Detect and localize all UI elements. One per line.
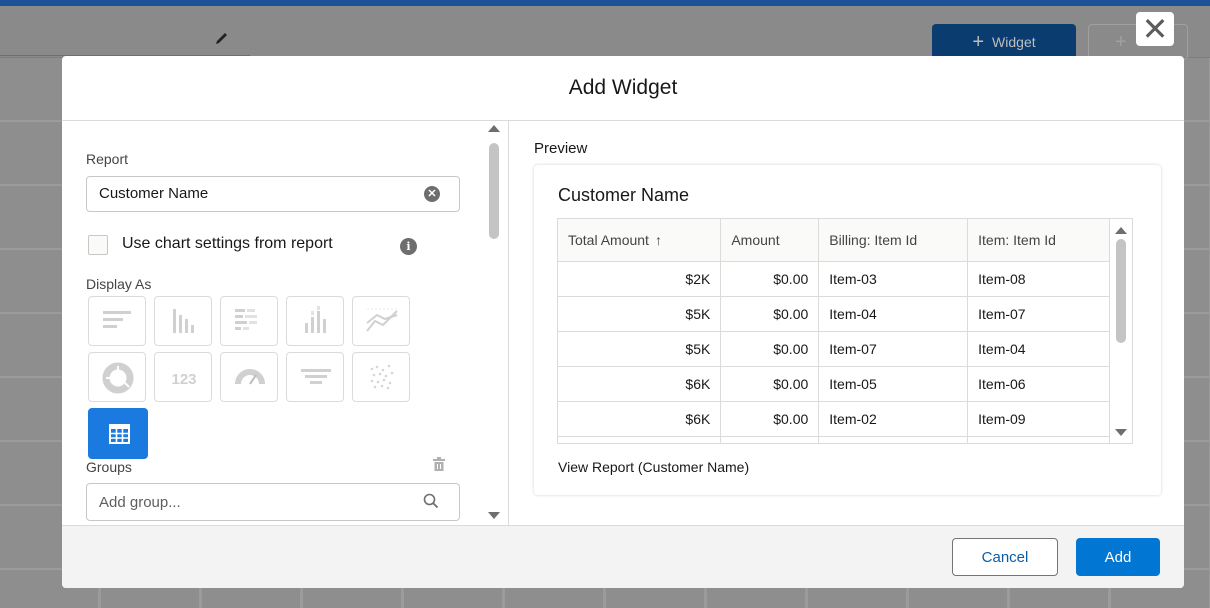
groups-label: Groups xyxy=(86,459,132,475)
modal-body: Report Customer Name ✕ Use chart setting… xyxy=(62,121,1184,525)
table-cell: Item-08 xyxy=(967,261,1110,297)
table-row xyxy=(558,436,1110,443)
chart-type-funnel[interactable] xyxy=(286,352,344,402)
group-search-field[interactable] xyxy=(86,483,460,521)
table-cell: Item-06 xyxy=(967,366,1110,402)
scatter-chart-icon xyxy=(370,364,394,390)
table-header-row: Total Amount ↑ Amount Billing: Item Id It… xyxy=(558,219,1110,262)
column-header-total-amount[interactable]: Total Amount ↑ xyxy=(558,219,722,262)
chart-type-horizontal-bar[interactable] xyxy=(88,296,146,346)
chart-type-scatter[interactable] xyxy=(352,352,410,402)
close-icon[interactable]: ✕ xyxy=(1136,12,1174,46)
modal-header: Add Widget xyxy=(62,56,1184,121)
table-cell: $5K xyxy=(558,331,722,367)
line-chart-icon xyxy=(366,308,398,332)
settings-scrollbar-thumb[interactable] xyxy=(489,143,499,239)
modal-footer: Cancel Add xyxy=(62,525,1184,588)
table-cell: $6K xyxy=(558,401,722,437)
cancel-button[interactable]: Cancel xyxy=(952,538,1058,576)
table-row: $6K $0.00 Item-05 Item-06 xyxy=(558,366,1110,402)
edit-pencil-icon[interactable] xyxy=(214,30,230,51)
use-chart-settings-label: Use chart settings from report xyxy=(122,235,333,252)
table-cell: Item-07 xyxy=(967,296,1110,332)
table-cell: Item-04 xyxy=(818,296,969,332)
use-chart-settings-checkbox[interactable] xyxy=(88,235,108,255)
add-widget-label: Widget xyxy=(992,34,1036,50)
search-icon xyxy=(423,493,439,514)
table-row: $2K $0.00 Item-03 Item-08 xyxy=(558,261,1110,297)
table-cell: $0.00 xyxy=(720,401,820,437)
trash-icon[interactable] xyxy=(432,456,446,477)
gauge-icon xyxy=(235,369,265,385)
table-cell: Item-09 xyxy=(967,401,1110,437)
chart-type-donut[interactable] xyxy=(88,352,146,402)
view-report-link[interactable]: View Report (Customer Name) xyxy=(558,459,749,475)
add-button[interactable]: Add xyxy=(1076,538,1160,576)
table-cell: $0.00 xyxy=(720,331,820,367)
preview-title: Customer Name xyxy=(558,185,690,205)
table-cell: Item-04 xyxy=(967,331,1110,367)
table-cell: $0.00 xyxy=(720,366,820,402)
metric-icon-label: 123 xyxy=(171,371,196,388)
funnel-icon xyxy=(301,369,331,384)
report-label: Report xyxy=(86,151,129,167)
vertical-bar-chart-icon xyxy=(173,309,194,333)
column-header-billing-item-id[interactable]: Billing: Item Id xyxy=(818,219,969,262)
table-cell: Item-07 xyxy=(818,331,969,367)
metric-icon: 123 xyxy=(171,371,196,388)
table-row: $6K $0.00 Item-02 Item-09 xyxy=(558,401,1110,437)
table-row: $5K $0.00 Item-07 Item-04 xyxy=(558,331,1110,367)
preview-card: Customer Name Total Amount ↑ Amount Billi… xyxy=(534,165,1161,495)
modal-title: Add Widget xyxy=(568,76,678,99)
settings-scroll-up-arrow[interactable] xyxy=(488,125,500,132)
table-cell: $6K xyxy=(558,366,722,402)
stacked-horizontal-bar-chart-icon xyxy=(235,309,257,330)
table-cell: Item-02 xyxy=(818,401,969,437)
preview-table: Total Amount ↑ Amount Billing: Item Id It… xyxy=(558,219,1110,443)
table-cell: $0.00 xyxy=(720,296,820,332)
stacked-vertical-bar-chart-icon xyxy=(305,306,326,333)
donut-chart-icon xyxy=(102,362,134,394)
table-cell: $5K xyxy=(558,296,722,332)
plus-icon: + xyxy=(972,30,985,53)
table-cell: $2K xyxy=(558,261,722,297)
table-cell: Item-05 xyxy=(818,366,969,402)
display-as-label: Display As xyxy=(86,276,152,292)
preview-table-container: Total Amount ↑ Amount Billing: Item Id It… xyxy=(557,218,1133,444)
add-widget-button[interactable]: + Widget xyxy=(932,24,1076,60)
preview-label: Preview xyxy=(534,140,588,157)
table-cell: Item-03 xyxy=(818,261,969,297)
chart-type-stacked-vertical-bar[interactable] xyxy=(286,296,344,346)
chart-type-metric[interactable]: 123 xyxy=(154,352,212,402)
horizontal-bar-chart-icon xyxy=(103,311,131,328)
chart-type-stacked-horizontal-bar[interactable] xyxy=(220,296,278,346)
chart-type-vertical-bar[interactable] xyxy=(154,296,212,346)
dashboard-header: + Widget + xyxy=(0,6,1210,60)
table-scroll-down-arrow[interactable] xyxy=(1115,429,1127,436)
group-search-input[interactable] xyxy=(99,494,399,511)
widget-settings-panel: Report Customer Name ✕ Use chart setting… xyxy=(62,121,508,525)
sort-ascending-icon: ↑ xyxy=(654,231,662,248)
table-scroll-up-arrow[interactable] xyxy=(1115,227,1127,234)
column-header-amount[interactable]: Amount xyxy=(720,219,820,262)
clear-icon[interactable]: ✕ xyxy=(424,186,440,202)
settings-scroll-down-arrow[interactable] xyxy=(488,512,500,519)
report-field[interactable]: Customer Name xyxy=(86,176,460,212)
table-scrollbar-thumb[interactable] xyxy=(1116,239,1126,343)
table-row: $5K $0.00 Item-04 Item-07 xyxy=(558,296,1110,332)
dashboard-title-field[interactable] xyxy=(0,20,250,56)
column-header-item-item-id[interactable]: Item: Item Id xyxy=(967,219,1110,262)
add-widget-modal: Add Widget Report Customer Name ✕ Use ch… xyxy=(62,56,1184,588)
table-icon xyxy=(109,424,130,444)
info-icon[interactable]: i xyxy=(400,238,417,255)
chart-type-gauge[interactable] xyxy=(220,352,278,402)
chart-type-line[interactable] xyxy=(352,296,410,346)
chart-type-table[interactable] xyxy=(88,408,148,459)
plus-icon: + xyxy=(1115,31,1127,53)
table-cell: $0.00 xyxy=(720,261,820,297)
panel-divider xyxy=(508,121,509,525)
